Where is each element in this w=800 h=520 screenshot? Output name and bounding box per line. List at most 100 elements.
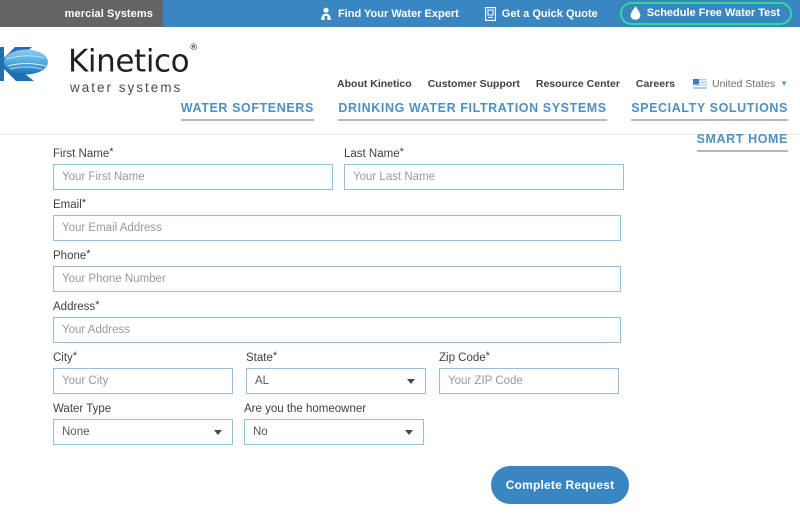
us-flag-icon <box>693 79 708 89</box>
phone-label: Phone* <box>53 248 91 262</box>
first-name-input[interactable]: Your First Name <box>53 164 333 190</box>
find-your-water-expert-label: Find Your Water Expert <box>337 7 459 20</box>
phone-input[interactable]: Your Phone Number <box>53 266 621 292</box>
zip-code-label: Zip Code* <box>439 350 490 364</box>
form-field-email: Email* Your Email Address <box>53 197 621 241</box>
form-row: City* Your City State* AL Zip Code* Your ZIP … <box>0 350 800 394</box>
homeowner-select[interactable]: No <box>244 419 424 445</box>
nav-drinking-water-filtration-systems[interactable]: DRINKING WATER FILTRATION SYSTEMS <box>338 101 607 126</box>
country-label: United States <box>712 78 776 90</box>
form-field-water-type: Water Type None <box>53 403 233 445</box>
water-type-value: None <box>62 426 90 438</box>
required-asterisk: * <box>109 146 114 158</box>
homeowner-label: Are you the homeowner <box>244 403 367 415</box>
schedule-free-water-test-button[interactable]: Schedule Free Water Test <box>619 2 792 25</box>
state-label: State* <box>246 350 278 364</box>
utility-nav: About Kinetico Customer Support Resource… <box>337 78 788 90</box>
city-label: City* <box>53 350 78 364</box>
nav-smart-home-label: SMART HOME <box>696 132 788 146</box>
zip-code-value: Your ZIP Code <box>448 375 523 387</box>
chevron-down-icon <box>214 429 222 435</box>
first-name-label: First Name* <box>53 146 114 160</box>
form-row: Address* Your Address <box>0 299 800 343</box>
nav-water-softeners-label: WATER SOFTENERS <box>180 101 314 115</box>
nav-specialty-solutions-label: SPECIALTY SOLUTIONS <box>631 101 788 115</box>
form-field-phone: Phone* Your Phone Number <box>53 248 621 292</box>
homeowner-value: No <box>253 426 268 438</box>
state-select[interactable]: AL <box>246 368 426 394</box>
required-asterisk: * <box>485 350 490 362</box>
kinetico-logo[interactable]: Kinetico® water systems <box>0 41 198 95</box>
logo-wordmark: Kinetico® <box>68 41 198 78</box>
zip-code-input[interactable]: Your ZIP Code <box>439 368 619 394</box>
chevron-down-icon: ▼ <box>780 79 788 88</box>
form-field-first-name: First Name* Your First Name <box>53 146 333 190</box>
main-nav-row-1: WATER SOFTENERS DRINKING WATER FILTRATIO… <box>180 101 788 126</box>
nav-drinking-water-filtration-systems-label: DRINKING WATER FILTRATION SYSTEMS <box>338 101 607 115</box>
chevron-down-icon <box>407 378 415 384</box>
form-field-city: City* Your City <box>53 350 233 394</box>
city-value: Your City <box>62 375 109 387</box>
required-asterisk: * <box>95 299 100 311</box>
nav-resource-center[interactable]: Resource Center <box>536 78 620 90</box>
quote-document-icon <box>484 6 496 21</box>
form-row: Email* Your Email Address <box>0 197 800 241</box>
nav-underline <box>631 119 788 121</box>
logo-tagline: water systems <box>70 80 183 96</box>
first-name-value: Your First Name <box>62 171 145 183</box>
required-asterisk: * <box>86 248 91 260</box>
nav-water-softeners[interactable]: WATER SOFTENERS <box>180 101 314 126</box>
find-your-water-expert-link[interactable]: Find Your Water Expert <box>320 7 459 21</box>
required-asterisk: * <box>272 350 278 362</box>
form-field-homeowner: Are you the homeowner No <box>244 403 424 445</box>
water-expert-icon <box>320 7 332 21</box>
submit-area: Complete Request <box>491 466 629 504</box>
form-field-zip-code: Zip Code* Your ZIP Code <box>439 350 619 394</box>
water-test-request-form: First Name* Your First Name Last Name* Your… <box>0 146 800 454</box>
email-input[interactable]: Your Email Address <box>53 215 621 241</box>
schedule-free-water-test-label: Schedule Free Water Test <box>646 7 780 19</box>
nav-careers[interactable]: Careers <box>636 78 675 90</box>
site-header: Kinetico® water systems About Kinetico C… <box>0 27 800 152</box>
water-type-select[interactable]: None <box>53 419 233 445</box>
nav-underline <box>338 119 607 121</box>
required-asterisk: * <box>72 350 78 362</box>
commercial-systems-label: mercial Systems <box>64 7 153 20</box>
page-root: mercial Systems Find Your Water Expert G… <box>0 0 800 520</box>
form-row: Phone* Your Phone Number <box>0 248 800 292</box>
required-asterisk: * <box>81 197 87 209</box>
nav-underline <box>180 119 314 121</box>
top-utility-bar: mercial Systems Find Your Water Expert G… <box>0 0 800 27</box>
form-field-last-name: Last Name* Your Last Name <box>344 146 624 190</box>
address-value: Your Address <box>62 324 130 336</box>
form-field-address: Address* Your Address <box>53 299 621 343</box>
form-row: First Name* Your First Name Last Name* Your… <box>0 146 800 190</box>
kinetico-logo-text: Kinetico® water systems <box>68 41 198 95</box>
logo-trademark: ® <box>189 43 198 53</box>
last-name-label: Last Name* <box>344 146 404 160</box>
phone-value: Your Phone Number <box>62 273 166 285</box>
address-label: Address* <box>53 299 100 313</box>
country-selector[interactable]: United States ▼ <box>693 78 788 90</box>
water-type-label: Water Type <box>53 403 112 415</box>
email-value: Your Email Address <box>62 222 162 234</box>
last-name-input[interactable]: Your Last Name <box>344 164 624 190</box>
nav-customer-support[interactable]: Customer Support <box>428 78 520 90</box>
required-asterisk: * <box>399 146 404 158</box>
get-a-quick-quote-link[interactable]: Get a Quick Quote <box>484 6 598 21</box>
address-input[interactable]: Your Address <box>53 317 621 343</box>
chevron-down-icon <box>405 429 413 435</box>
top-utility-actions: Find Your Water Expert Get a Quick Quote <box>163 0 800 27</box>
commercial-systems-tab[interactable]: mercial Systems <box>0 0 163 27</box>
kinetico-logo-mark <box>0 47 48 81</box>
get-a-quick-quote-label: Get a Quick Quote <box>501 7 598 20</box>
city-input[interactable]: Your City <box>53 368 233 394</box>
state-value: AL <box>255 375 270 387</box>
nav-specialty-solutions[interactable]: SPECIALTY SOLUTIONS <box>631 101 788 126</box>
last-name-value: Your Last Name <box>353 171 436 183</box>
form-row: Water Type None Are you the homeowner No <box>0 403 800 445</box>
nav-about-kinetico[interactable]: About Kinetico <box>337 78 412 90</box>
email-label: Email* <box>53 197 87 211</box>
complete-request-button[interactable]: Complete Request <box>491 466 629 504</box>
water-drop-icon <box>630 6 641 20</box>
